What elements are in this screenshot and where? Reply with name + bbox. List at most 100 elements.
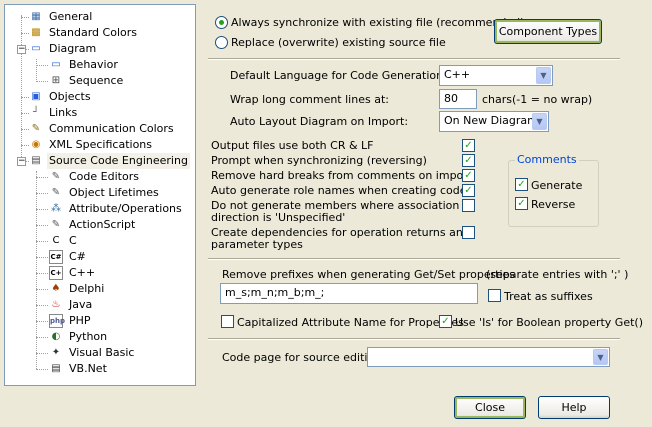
codepage-select[interactable]: ▼ xyxy=(367,347,610,367)
tree-connector xyxy=(36,241,48,242)
comments-group: Comments xyxy=(508,153,599,227)
tree-item-label: Communication Colors xyxy=(49,122,174,135)
tree-item-label: Delphi xyxy=(69,282,105,295)
tree-item-php[interactable]: php PHP xyxy=(5,313,193,329)
option-dependencies-checkbox[interactable] xyxy=(462,226,475,239)
source-code-icon: ▤ xyxy=(31,155,41,166)
replace-radio[interactable] xyxy=(215,36,228,49)
tree-connector xyxy=(21,17,29,18)
tree-item-label: ActionScript xyxy=(69,218,136,231)
option-hardbreaks-checkbox[interactable]: ✓ xyxy=(462,169,475,182)
separator xyxy=(208,58,620,60)
close-button[interactable]: Close xyxy=(454,396,526,419)
chevron-down-icon[interactable]: ▼ xyxy=(532,113,547,130)
always-sync-label[interactable]: Always synchronize with existing file (r… xyxy=(231,16,524,29)
tree-item-visual-basic[interactable]: ✦ Visual Basic xyxy=(5,345,193,361)
tree-item-label: Code Editors xyxy=(69,170,139,183)
capitalized-checkbox[interactable] xyxy=(221,315,234,328)
tree-item-java[interactable]: ♨ Java xyxy=(5,297,193,313)
component-types-button[interactable]: Component Types xyxy=(494,19,602,44)
is-boolean-checkbox[interactable]: ✓ xyxy=(439,315,452,328)
chevron-down-icon[interactable]: ▼ xyxy=(593,349,608,365)
tree-connector xyxy=(36,209,48,210)
tree-connector xyxy=(36,337,48,338)
behavior-icon: ▭ xyxy=(51,59,61,70)
tree-connector xyxy=(36,193,48,194)
tree-item-label: Objects xyxy=(49,90,91,103)
tree-connector xyxy=(21,97,29,98)
language-select[interactable]: C++ ▼ xyxy=(439,65,553,86)
option-prompt-checkbox[interactable]: ✓ xyxy=(462,154,475,167)
tree-item-sequence[interactable]: ⊞ Sequence xyxy=(5,73,193,89)
tree-item-xml-specifications[interactable]: ◉ XML Specifications xyxy=(5,137,193,153)
tree-item-label: C++ xyxy=(69,266,96,279)
tree-connector xyxy=(36,81,48,82)
auto-layout-value: On New Diagram xyxy=(444,114,538,127)
always-sync-radio[interactable] xyxy=(215,16,228,29)
prefixes-input[interactable]: m_s;m_n;m_b;m_; xyxy=(220,283,478,304)
tree-item-standard-colors[interactable]: ▩ Standard Colors xyxy=(5,25,193,41)
replace-label[interactable]: Replace (overwrite) existing source file xyxy=(231,36,446,49)
capitalized-label[interactable]: Capitalized Attribute Name for Propertie… xyxy=(237,316,464,329)
python-icon: ◐ xyxy=(51,331,61,342)
comments-group-title: Comments xyxy=(515,153,579,166)
is-boolean-label[interactable]: Use 'Is' for Boolean property Get() xyxy=(455,316,643,329)
option-unspecified-checkbox[interactable] xyxy=(462,199,475,212)
prefixes-hint: (separate entries with ';' ) xyxy=(486,268,629,281)
tree-connector xyxy=(36,369,48,370)
collapse-icon[interactable]: − xyxy=(17,45,26,54)
tree-item-attribute-operations[interactable]: ⁂ Attribute/Operations xyxy=(5,201,193,217)
code-editor-icon: ✎ xyxy=(51,171,61,182)
treat-suffixes-checkbox[interactable] xyxy=(488,289,501,302)
tree-item-behavior[interactable]: ▭ Behavior xyxy=(5,57,193,73)
tree-item-code-editors[interactable]: ✎ Code Editors xyxy=(5,169,193,185)
tree-connector xyxy=(21,129,29,130)
communication-icon: ✎ xyxy=(31,123,41,134)
tree-item-objects[interactable]: ▣ Objects xyxy=(5,89,193,105)
tree-item-label: PHP xyxy=(69,314,91,327)
tree-item-diagram[interactable]: − ▭ Diagram xyxy=(5,41,193,57)
tree-item-object-lifetimes[interactable]: ✎ Object Lifetimes xyxy=(5,185,193,201)
tree-item-general[interactable]: ▦ General xyxy=(5,9,193,25)
tree-connector xyxy=(36,65,48,66)
auto-layout-select[interactable]: On New Diagram ▼ xyxy=(439,111,549,132)
tree-item-delphi[interactable]: ♠ Delphi xyxy=(5,281,193,297)
option-prompt-label: Prompt when synchronizing (reversing) xyxy=(211,154,427,167)
tree-connector xyxy=(36,257,48,258)
treat-suffixes-label[interactable]: Treat as suffixes xyxy=(504,290,593,303)
cpp-icon: C+ xyxy=(49,266,63,280)
tree-item-c[interactable]: C+ C++ xyxy=(5,265,193,281)
tree-item-label: Standard Colors xyxy=(49,26,137,39)
comments-generate-label[interactable]: Generate xyxy=(531,179,582,192)
language-value: C++ xyxy=(444,68,471,81)
comments-reverse-label[interactable]: Reverse xyxy=(531,198,575,211)
links-icon: ┘ xyxy=(32,107,40,118)
option-crlf-checkbox[interactable]: ✓ xyxy=(462,139,475,152)
vbnet-icon: ▤ xyxy=(51,363,61,374)
tree-item-c[interactable]: C# C# xyxy=(5,249,193,265)
tree-item-communication-colors[interactable]: ✎ Communication Colors xyxy=(5,121,193,137)
option-rolenames-checkbox[interactable]: ✓ xyxy=(462,184,475,197)
c-icon: C xyxy=(52,235,60,246)
wrap-hint: chars(-1 = no wrap) xyxy=(482,93,593,106)
general-icon: ▦ xyxy=(31,11,41,22)
csharp-icon: C# xyxy=(49,250,63,264)
chevron-down-icon[interactable]: ▼ xyxy=(536,67,551,84)
tree-item-c[interactable]: CC xyxy=(5,233,193,249)
tree-item-source-code-engineering[interactable]: − ▤ Source Code Engineering xyxy=(5,153,193,169)
tree-item-label: VB.Net xyxy=(69,362,107,375)
tree-item-actionscript[interactable]: ✎ ActionScript xyxy=(5,217,193,233)
collapse-icon[interactable]: − xyxy=(17,157,26,166)
wrap-input[interactable]: 80 xyxy=(439,89,477,109)
tree-item-python[interactable]: ◐ Python xyxy=(5,329,193,345)
tree-item-vb-net[interactable]: ▤ VB.Net xyxy=(5,361,193,377)
comments-generate-checkbox[interactable]: ✓ xyxy=(515,178,528,191)
help-button[interactable]: Help xyxy=(538,396,610,419)
tree-connector xyxy=(21,113,29,114)
tree-item-links[interactable]: ┘ Links xyxy=(5,105,193,121)
tree-item-label: XML Specifications xyxy=(49,138,153,151)
option-crlf-label: Output files use both CR & LF xyxy=(211,139,374,152)
comments-reverse-checkbox[interactable]: ✓ xyxy=(515,197,528,210)
options-tree[interactable]: ▦ General ▩ Standard Colors − ▭ Diagram ▭ Behavi… xyxy=(4,4,196,386)
tree-connector xyxy=(36,177,48,178)
